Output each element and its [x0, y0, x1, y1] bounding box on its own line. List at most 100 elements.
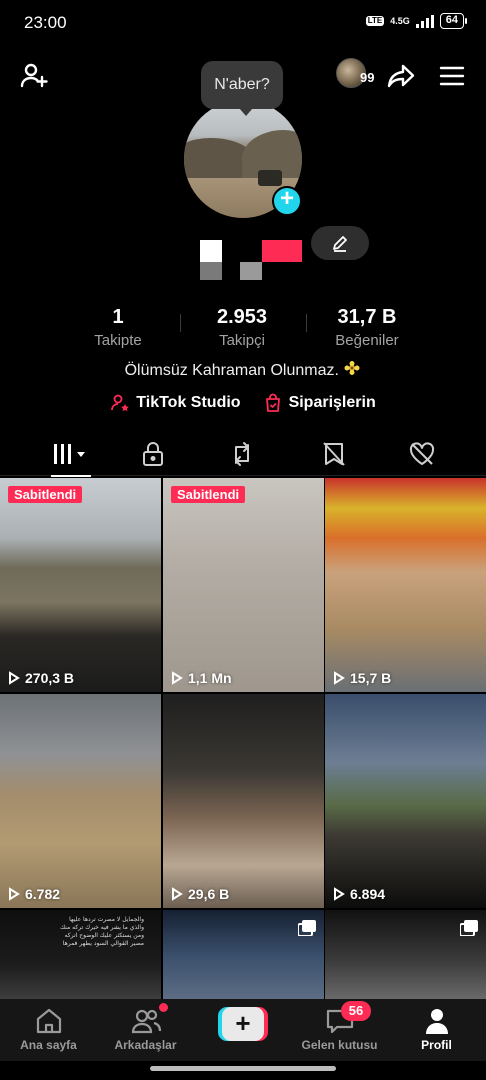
likes-stat[interactable]: 31,7 B Beğeniler [307, 306, 427, 349]
divider [180, 314, 181, 332]
nav-inbox-label: Gelen kutusu [301, 1038, 378, 1052]
add-story-button[interactable]: + [272, 186, 302, 216]
inbox-badge: 56 [341, 1001, 371, 1021]
flower-emoji-icon [344, 361, 360, 375]
grid-icon [53, 444, 85, 464]
nav-create[interactable]: + [194, 999, 291, 1061]
bottom-navigation: Ana sayfa Arkadaşlar + 56 Gelen kutusu P… [0, 999, 486, 1061]
visitor-count: 99 [360, 70, 375, 85]
pencil-icon [333, 236, 347, 252]
play-icon [172, 671, 183, 685]
friends-icon [131, 1009, 161, 1034]
tab-liked[interactable] [373, 432, 470, 476]
bio-text: Ölümsüz Kahraman Olunmaz. [124, 362, 339, 379]
nav-friends-label: Arkadaşlar [114, 1038, 177, 1052]
video-thumbnail[interactable]: Sabitlendi 270,3 B [0, 478, 161, 692]
orders-link[interactable]: Siparişlerin [263, 393, 376, 413]
nav-home-label: Ana sayfa [20, 1038, 77, 1052]
status-tooltip[interactable]: N'aber? [201, 61, 283, 116]
profile-visitors-button[interactable]: 99 [336, 58, 380, 92]
video-thumbnail[interactable]: 6.782 [0, 694, 161, 908]
plus-icon: + [222, 1007, 264, 1041]
status-icons: LTE 4.5G 64 [365, 13, 468, 29]
pinned-badge: Sabitlendi [171, 486, 246, 503]
video-overlay-text: والجمايل لا مصرت تردها عليها والذي ما يش… [60, 916, 144, 947]
nav-home[interactable]: Ana sayfa [0, 999, 97, 1061]
video-thumbnail[interactable]: 15,7 B [325, 478, 486, 692]
video-thumbnail[interactable] [163, 910, 324, 1000]
video-thumbnail[interactable]: 29,6 B [163, 694, 324, 908]
battery-icon: 64 [439, 13, 468, 29]
video-thumbnail[interactable]: والجمايل لا مصرت تردها عليها والذي ما يش… [0, 910, 161, 1000]
nav-profile-label: Profil [421, 1038, 452, 1052]
pinned-badge: Sabitlendi [8, 486, 83, 503]
username-redacted [200, 240, 222, 262]
profile-links: TikTok Studio Siparişlerin [0, 393, 486, 413]
view-count: 15,7 B [333, 670, 391, 686]
view-count-value: 15,7 B [350, 670, 392, 686]
view-count: 6.894 [333, 886, 385, 902]
heart-hidden-icon [409, 442, 434, 465]
play-icon [9, 887, 20, 901]
tab-favorites[interactable] [285, 432, 382, 476]
followers-label: Takipçi [219, 332, 265, 349]
add-friend-button[interactable] [16, 58, 52, 94]
username-redacted [262, 240, 302, 262]
video-thumbnail[interactable]: 6.894 [325, 694, 486, 908]
view-count: 270,3 B [8, 670, 74, 686]
edit-name-button[interactable] [311, 226, 369, 260]
menu-button[interactable] [434, 58, 470, 94]
profile-tabs [0, 432, 486, 477]
likes-label: Beğeniler [335, 332, 399, 349]
view-count-value: 1,1 Mn [188, 670, 232, 686]
lock-icon [142, 442, 163, 466]
tiktok-studio-label: TikTok Studio [136, 394, 241, 411]
orders-label: Siparişlerin [288, 394, 376, 411]
followers-count: 2.953 [216, 306, 268, 328]
nav-inbox[interactable]: 56 Gelen kutusu [291, 999, 388, 1061]
play-icon [9, 671, 20, 685]
view-count: 1,1 Mn [171, 670, 232, 686]
share-profile-button[interactable] [383, 58, 419, 94]
tab-reposts[interactable] [193, 432, 290, 476]
username-redacted [240, 262, 262, 280]
video-thumbnail[interactable]: Sabitlendi 1,1 Mn [163, 478, 324, 692]
following-stat[interactable]: 1 Takipte [58, 306, 178, 349]
following-count: 1 [112, 306, 124, 328]
tiktok-studio-link[interactable]: TikTok Studio [110, 393, 241, 413]
signal-icon [415, 14, 434, 28]
bookmark-hidden-icon [322, 442, 345, 466]
video-thumbnail[interactable] [325, 910, 486, 1000]
multi-photo-icon [460, 920, 478, 936]
person-star-icon [111, 394, 130, 412]
create-button[interactable]: + [218, 1007, 268, 1041]
view-count: 29,6 B [171, 886, 229, 902]
play-icon [334, 671, 345, 685]
gesture-bar [0, 1061, 486, 1080]
profile-stats: 1 Takipte 2.953 Takipçi 31,7 B Beğeniler [0, 306, 486, 350]
volte-icon: LTE [365, 16, 385, 26]
home-icon [36, 1008, 61, 1034]
network-type: 4.5G [390, 15, 410, 26]
username-redacted [200, 262, 222, 280]
nav-friends[interactable]: Arkadaşlar [97, 999, 194, 1061]
view-count-value: 270,3 B [25, 670, 75, 686]
view-count-value: 29,6 B [188, 886, 230, 902]
tab-private[interactable] [104, 432, 201, 476]
notification-dot [159, 1003, 168, 1012]
multi-photo-icon [298, 920, 316, 936]
likes-count: 31,7 B [337, 306, 397, 328]
view-count-value: 6.782 [25, 886, 61, 902]
play-icon [334, 887, 345, 901]
followers-stat[interactable]: 2.953 Takipçi [182, 306, 302, 349]
nav-profile[interactable]: Profil [388, 999, 485, 1061]
share-icon [387, 64, 415, 88]
play-icon [172, 887, 183, 901]
profile-icon [425, 1009, 448, 1034]
view-count-value: 6.894 [350, 886, 386, 902]
status-bar: 23:00 LTE 4.5G 64 [0, 0, 486, 46]
repost-icon [234, 442, 249, 466]
plus-icon: + [279, 185, 294, 212]
status-time: 23:00 [24, 13, 67, 32]
hamburger-icon [439, 66, 465, 86]
